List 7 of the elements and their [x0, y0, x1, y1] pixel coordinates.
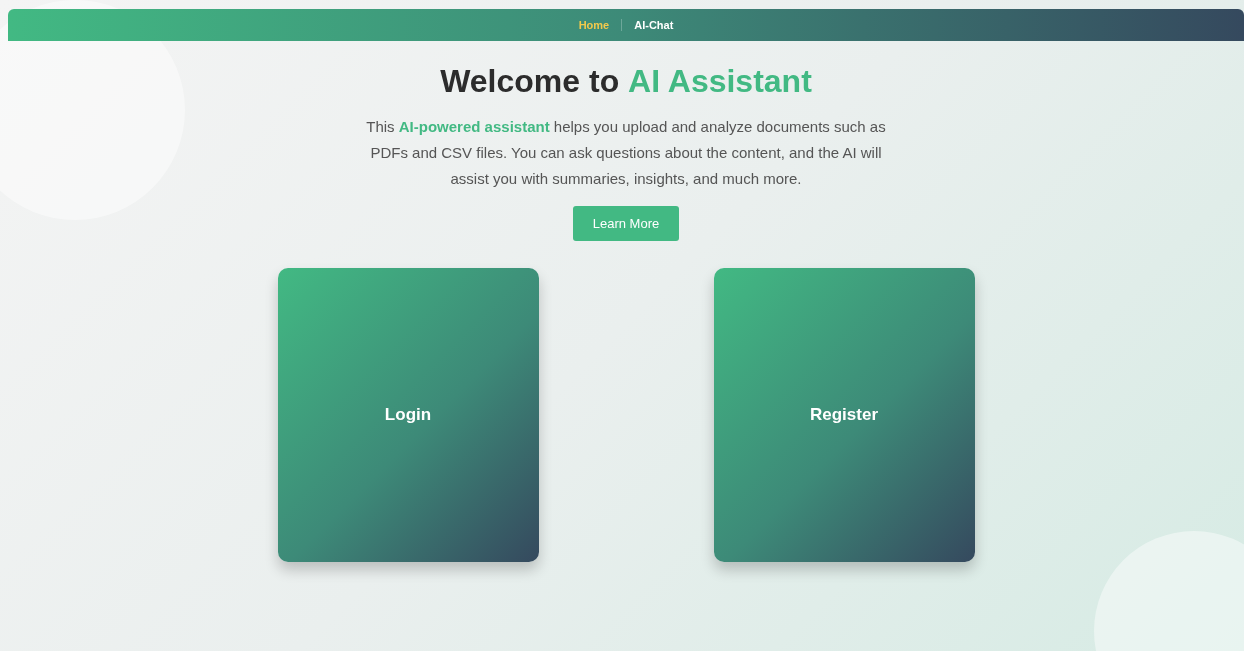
nav-link[interactable]: AI-Chat — [634, 19, 674, 31]
action-card[interactable]: Register — [713, 268, 975, 562]
learn-more-button[interactable]: Learn More — [573, 206, 679, 241]
page-title: Welcome to AI Assistant — [440, 63, 812, 100]
intro-paragraph: This AI-powered assistant helps you upload and analyze documents such as PDFs and CSV files. You can ask questions about the content, and the AI will assist you with summaries, insights, and much more. — [365, 117, 887, 189]
action-card[interactable]: Login — [277, 268, 539, 562]
nav-link[interactable]: Home — [578, 19, 610, 31]
